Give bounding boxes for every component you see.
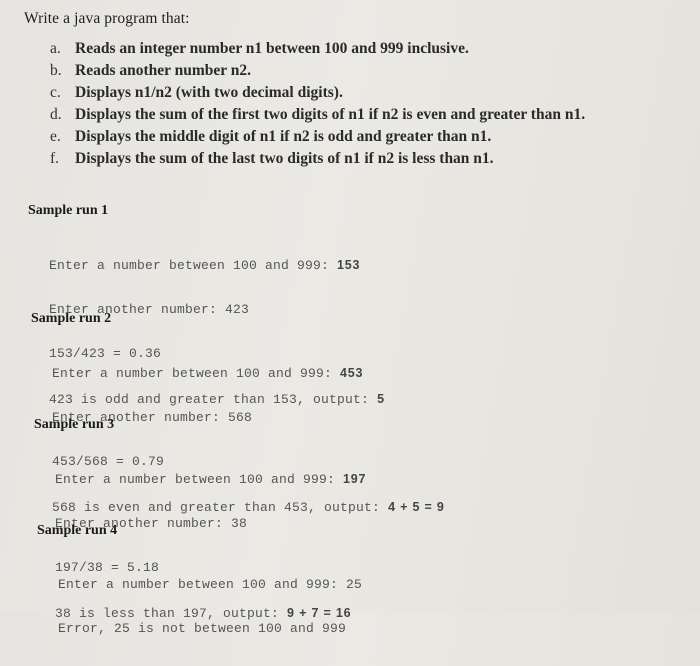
sample-run-title: Sample run 3 [34,417,115,432]
user-input: 453 [340,365,364,380]
requirement-letter: b. [50,62,62,79]
sample-run-title: Sample run 2 [31,311,112,326]
requirement-letter: a. [50,40,61,57]
requirement-letter: e. [50,128,61,145]
user-input: 25 [346,576,363,592]
requirement-item: e. Displays the middle digit of n1 if n2… [50,126,585,148]
console-prompt: Enter a number between 100 and 999: [58,576,347,592]
requirement-text: Displays n1/n2 (with two decimal digits)… [75,84,343,101]
requirement-item: d. Displays the sum of the first two dig… [50,104,585,126]
requirement-text: Reads an integer number n1 between 100 a… [75,40,469,57]
requirement-item: c. Displays n1/n2 (with two decimal digi… [50,82,585,104]
intro-heading: Write a java program that: [24,10,190,27]
requirements-list: a. Reads an integer number n1 between 10… [50,38,585,170]
console-prompt: Enter a number between 100 and 999: [52,365,341,381]
assignment-document: Write a java program that: a. Reads an i… [0,0,700,636]
user-input: 153 [337,257,361,272]
requirement-text: Displays the sum of the last two digits … [75,150,494,167]
user-input: 197 [343,471,367,486]
error-message: Error, 25 is not between 100 and 999 [58,620,347,636]
console-prompt: Enter a number between 100 and 999: [49,257,338,273]
requirement-text: Displays the middle digit of n1 if n2 is… [75,128,492,145]
requirement-letter: f. [50,150,60,167]
console-line: Enter a number between 100 and 999: 153 [49,258,385,274]
requirement-item: b. Reads another number n2. [50,60,585,82]
sample-run-title: Sample run 4 [37,523,118,538]
console-line: Error, 25 is not between 100 and 999 [58,620,362,637]
program-result: 4 + 5 = 9 [388,499,445,514]
console-line: Enter a number between 100 and 999: 25 [58,576,363,593]
console-output: Enter a number between 100 and 999: 25 E… [58,548,362,666]
requirement-text: Displays the sum of the first two digits… [75,106,586,123]
console-prompt: Enter a number between 100 and 999: [55,471,344,487]
sample-run-4: Sample run 4 Enter a number between 100 … [37,523,362,666]
console-line: Enter a number between 100 and 999: 197 [55,472,366,488]
sample-run-title: Sample run 1 [28,203,109,218]
requirement-letter: d. [50,106,62,123]
console-line: Enter a number between 100 and 999: 453 [52,366,445,382]
requirement-text: Reads another number n2. [75,62,251,79]
requirement-item: f. Displays the sum of the last two digi… [50,148,585,170]
requirement-letter: c. [50,84,61,101]
requirement-item: a. Reads an integer number n1 between 10… [50,38,585,60]
